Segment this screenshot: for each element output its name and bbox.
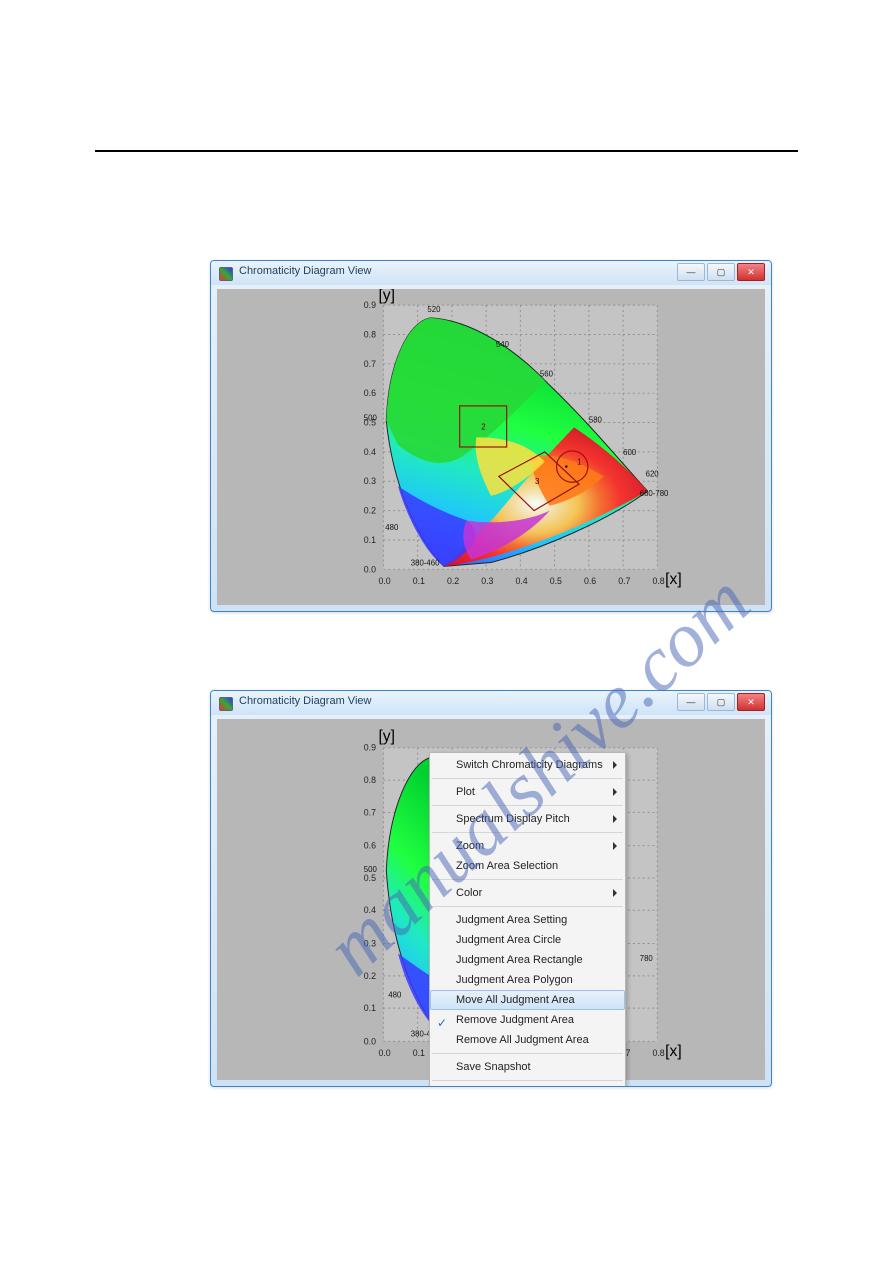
judgment-circle-label: 1 (577, 458, 581, 467)
menu-separator (432, 1053, 623, 1054)
menu-spectrum-pitch[interactable]: Spectrum Display Pitch (430, 809, 625, 829)
chromaticity-window-2: Chromaticity Diagram View — ▢ ✕ (210, 690, 772, 1087)
menu-judgment-rectangle[interactable]: Judgment Area Rectangle (430, 950, 625, 970)
wavelength-label: 540 (496, 340, 510, 349)
wavelength-label: 560 (540, 370, 554, 379)
svg-text:0.4: 0.4 (364, 447, 376, 457)
svg-text:0.2: 0.2 (364, 971, 376, 981)
svg-text:0.5: 0.5 (364, 873, 376, 883)
menu-switch-diagrams[interactable]: Switch Chromaticity Diagrams (430, 755, 625, 775)
context-menu: Switch Chromaticity Diagrams Plot Spectr… (429, 752, 626, 1087)
wavelength-label: 680-780 (640, 489, 669, 498)
wavelength-label: 480 (385, 523, 399, 532)
wavelength-label: 600 (623, 448, 637, 457)
x-axis-label: [x] (665, 1043, 682, 1060)
maximize-button[interactable]: ▢ (707, 263, 735, 281)
window-title: Chromaticity Diagram View (239, 695, 371, 707)
menu-zoom-area[interactable]: Zoom Area Selection (430, 856, 625, 876)
svg-text:0.3: 0.3 (481, 576, 493, 586)
minimize-button[interactable]: — (677, 693, 705, 711)
menu-save-snapshot[interactable]: Save Snapshot (430, 1057, 625, 1077)
y-axis-label: [y] (378, 289, 395, 304)
submenu-arrow-icon (613, 761, 617, 769)
menu-judgment-setting[interactable]: Judgment Area Setting (430, 910, 625, 930)
menu-separator (432, 805, 623, 806)
app-icon (219, 697, 233, 711)
menu-property[interactable]: Property (430, 1084, 625, 1087)
menu-separator (432, 778, 623, 779)
maximize-button[interactable]: ▢ (707, 693, 735, 711)
section-divider (95, 150, 798, 152)
menu-move-all-judgment[interactable]: Move All Judgment Area (430, 990, 625, 1010)
svg-text:0.3: 0.3 (364, 476, 376, 486)
menu-separator (432, 832, 623, 833)
menu-separator (432, 879, 623, 880)
x-axis-label: [x] (665, 571, 682, 588)
submenu-arrow-icon (613, 889, 617, 897)
svg-text:0.7: 0.7 (364, 359, 376, 369)
menu-plot[interactable]: Plot (430, 782, 625, 802)
window-title: Chromaticity Diagram View (239, 265, 371, 277)
menu-judgment-polygon[interactable]: Judgment Area Polygon (430, 970, 625, 990)
svg-text:0.8: 0.8 (364, 329, 376, 339)
svg-text:0.0: 0.0 (364, 564, 376, 574)
svg-text:0.8: 0.8 (364, 775, 376, 785)
svg-text:0.0: 0.0 (378, 576, 390, 586)
close-button[interactable]: ✕ (737, 693, 765, 711)
menu-color[interactable]: Color (430, 883, 625, 903)
titlebar[interactable]: Chromaticity Diagram View — ▢ ✕ (211, 261, 771, 285)
y-axis-label: [y] (378, 728, 395, 745)
client-area: 2 3 1 520 540 560 580 600 620 680-780 50… (217, 289, 765, 605)
svg-text:0.6: 0.6 (364, 388, 376, 398)
svg-text:480: 480 (388, 990, 402, 999)
wavelength-label: 380-460 (411, 558, 440, 567)
chromaticity-diagram[interactable]: 2 3 1 520 540 560 580 600 620 680-780 50… (217, 289, 765, 605)
svg-text:0.1: 0.1 (413, 1048, 425, 1058)
menu-zoom[interactable]: Zoom (430, 836, 625, 856)
svg-text:0.1: 0.1 (413, 576, 425, 586)
wavelength-label: 520 (427, 305, 441, 314)
wavelength-label: 620 (646, 469, 660, 478)
svg-text:0.7: 0.7 (364, 807, 376, 817)
client-area: 500 480 380-460 780 [y] [x] 0.0 0.1 0.2 … (217, 719, 765, 1080)
svg-text:0.1: 0.1 (364, 535, 376, 545)
svg-text:0.6: 0.6 (584, 576, 596, 586)
menu-separator (432, 1080, 623, 1081)
judgment-poly-label: 3 (535, 477, 539, 486)
plotted-point (565, 465, 567, 467)
submenu-arrow-icon (613, 788, 617, 796)
svg-text:0.4: 0.4 (364, 905, 376, 915)
svg-text:0.5: 0.5 (550, 576, 562, 586)
menu-remove-all-judgment[interactable]: Remove All Judgment Area (430, 1030, 625, 1050)
svg-text:0.8: 0.8 (652, 576, 664, 586)
titlebar[interactable]: Chromaticity Diagram View — ▢ ✕ (211, 691, 771, 715)
svg-text:0.0: 0.0 (364, 1036, 376, 1046)
svg-text:0.9: 0.9 (364, 743, 376, 753)
svg-text:0.1: 0.1 (364, 1003, 376, 1013)
svg-text:0.8: 0.8 (652, 1048, 664, 1058)
svg-text:0.6: 0.6 (364, 841, 376, 851)
svg-text:0.7: 0.7 (618, 576, 630, 586)
svg-text:780: 780 (640, 954, 654, 963)
svg-text:0.2: 0.2 (447, 576, 459, 586)
judgment-rect-label: 2 (481, 422, 485, 431)
svg-text:0.5: 0.5 (364, 417, 376, 427)
chromaticity-window-1: Chromaticity Diagram View — ▢ ✕ (210, 260, 772, 612)
svg-text:0.0: 0.0 (378, 1048, 390, 1058)
minimize-button[interactable]: — (677, 263, 705, 281)
wavelength-label: 580 (589, 416, 603, 425)
svg-text:0.2: 0.2 (364, 506, 376, 516)
submenu-arrow-icon (613, 842, 617, 850)
menu-separator (432, 906, 623, 907)
svg-text:0.4: 0.4 (515, 576, 527, 586)
submenu-arrow-icon (613, 815, 617, 823)
svg-text:0.3: 0.3 (364, 938, 376, 948)
menu-judgment-circle[interactable]: Judgment Area Circle (430, 930, 625, 950)
app-icon (219, 267, 233, 281)
menu-remove-judgment[interactable]: ✓ Remove Judgment Area (430, 1010, 625, 1030)
close-button[interactable]: ✕ (737, 263, 765, 281)
svg-text:0.9: 0.9 (364, 300, 376, 310)
